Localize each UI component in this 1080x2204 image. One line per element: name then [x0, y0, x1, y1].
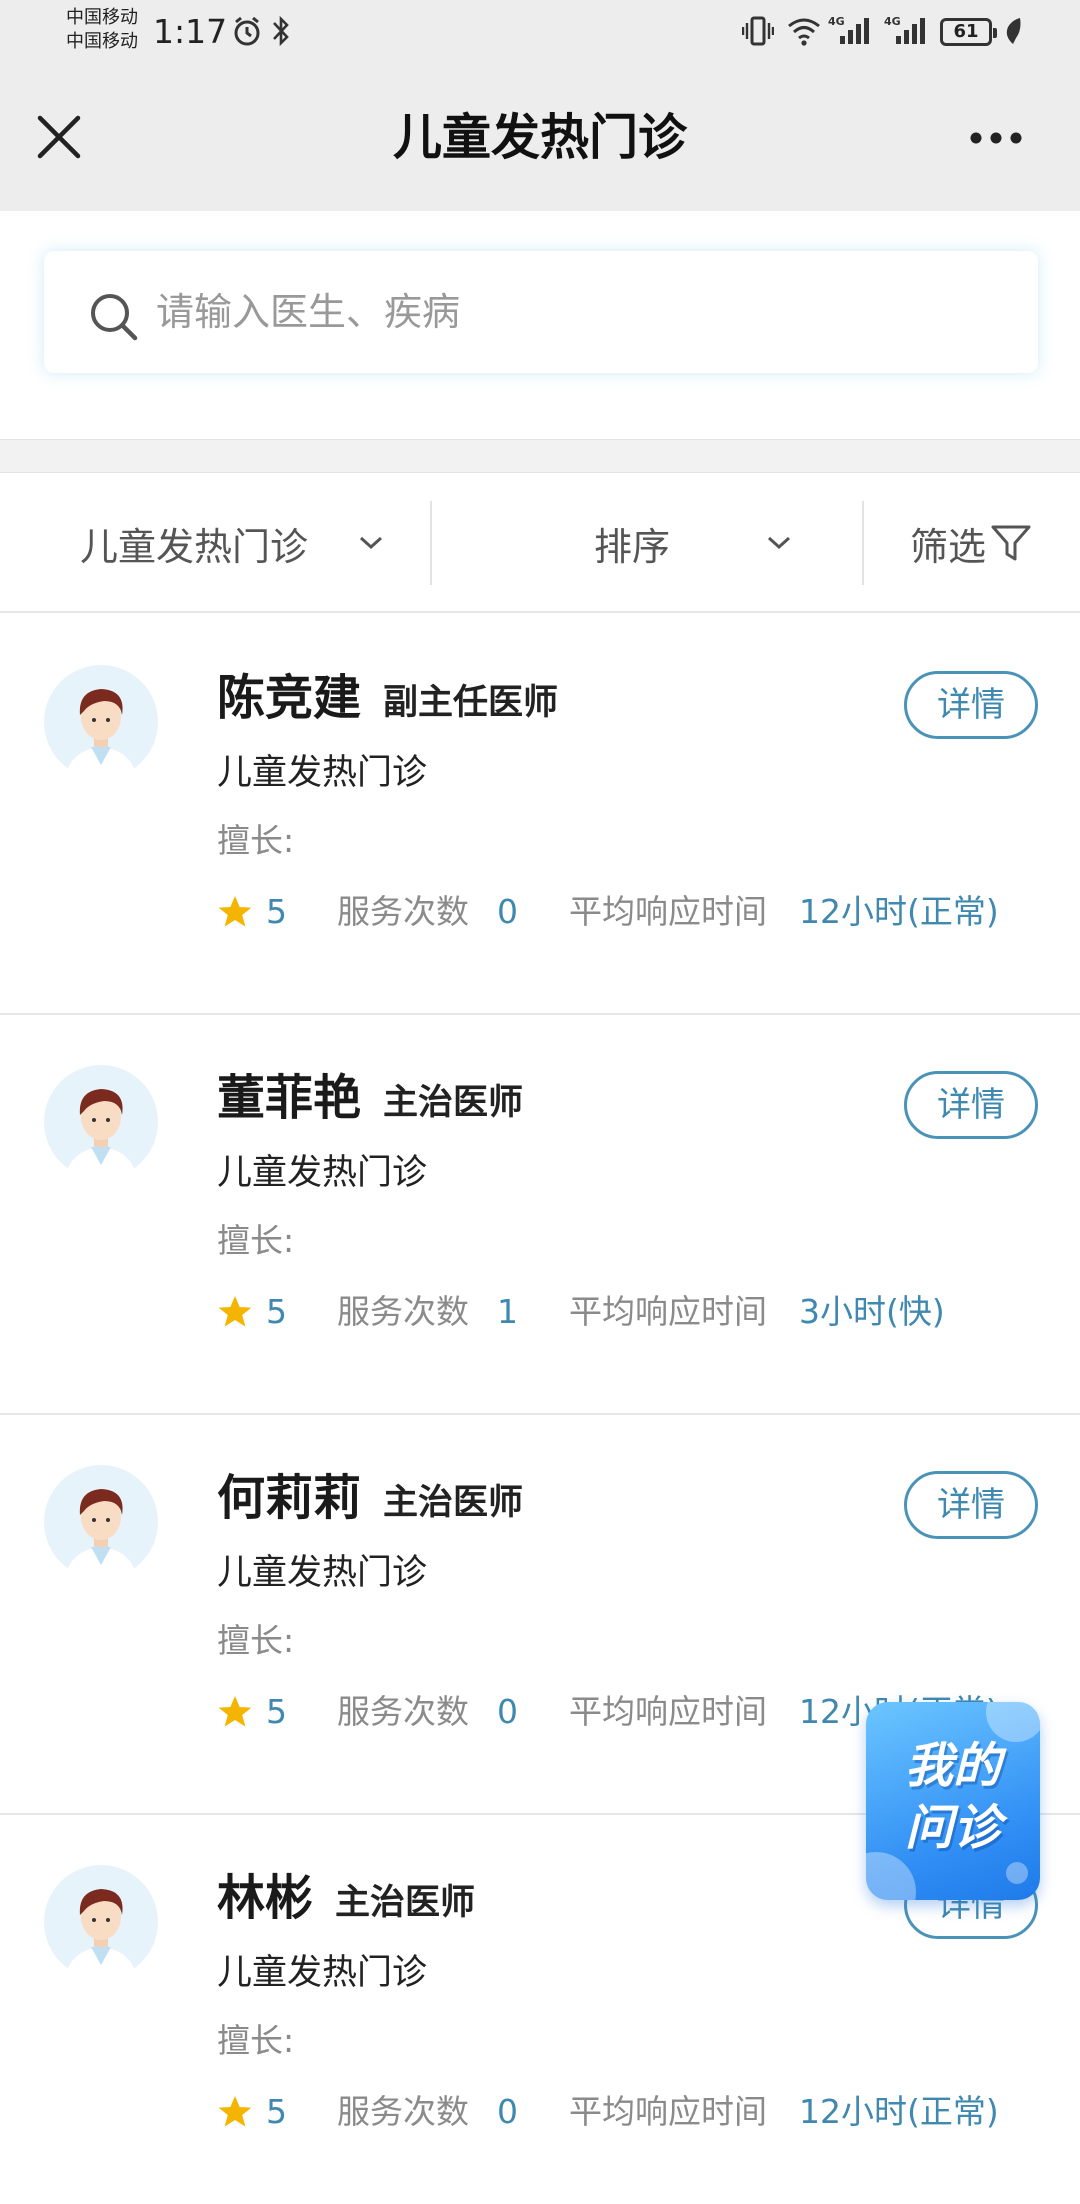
chevron-down-icon	[768, 536, 791, 550]
doctor-title: 主治医师	[383, 1483, 524, 1523]
detail-button[interactable]: 详情	[904, 671, 1038, 739]
status-time: 1:17	[153, 12, 228, 51]
doctor-name: 林彬	[217, 1870, 314, 1926]
signal-4g-icon-2: 4G	[884, 15, 925, 44]
doctor-department: 儿童发热门诊	[217, 1953, 428, 1993]
doctor-avatar	[44, 665, 158, 779]
battery-indicator: 61	[940, 18, 997, 46]
doctor-name: 董菲艳	[217, 1070, 362, 1126]
doctor-rating: 5	[266, 2092, 287, 2131]
avg-response-value: 12小时(正常)	[799, 2092, 999, 2131]
department-dropdown-label: 儿童发热门诊	[80, 524, 309, 569]
filter-bar: 儿童发热门诊 排序 筛选	[0, 473, 1080, 613]
doctor-card[interactable]: 董菲艳 主治医师 详情 儿童发热门诊 擅长: 5 服务次数 1 平均响应时间 3小…	[0, 1015, 1080, 1415]
svg-text:4G: 4G	[828, 15, 845, 28]
star-icon	[218, 1696, 252, 1727]
doctor-card[interactable]: 陈竞建 副主任医师 详情 儿童发热门诊 擅长: 5 服务次数 0 平均响应时间 1…	[0, 615, 1080, 1015]
carrier-labels: 中国移动 中国移动	[66, 6, 138, 54]
status-bar: 中国移动 中国移动 1:17 4G 4G 61	[0, 0, 1080, 66]
service-count-label: 服务次数	[337, 892, 469, 931]
carrier-1: 中国移动	[66, 7, 138, 28]
sort-dropdown-label: 排序	[594, 524, 671, 569]
doctor-name-line: 何莉莉 主治医师	[217, 1465, 523, 1536]
doctor-title: 主治医师	[335, 1883, 476, 1923]
search-box[interactable]	[44, 251, 1038, 373]
doctor-rating: 5	[266, 1292, 287, 1331]
doctor-rating: 5	[266, 892, 287, 931]
doctor-title: 副主任医师	[383, 683, 559, 723]
my-consultations-button[interactable]: 我的 问诊	[866, 1702, 1040, 1900]
signal-4g-icon: 4G	[828, 15, 869, 44]
filter-button[interactable]: 筛选	[910, 473, 1032, 613]
doctor-specialty-label: 擅长:	[217, 1621, 295, 1660]
detail-button[interactable]: 详情	[904, 1471, 1038, 1539]
doctor-avatar	[44, 1065, 158, 1179]
doctor-stats: 5 服务次数 0 平均响应时间 12小时(正常)	[217, 887, 1057, 937]
more-icon[interactable]	[966, 118, 1026, 158]
doctor-specialty-label: 擅长:	[217, 2021, 295, 2060]
doctor-rating: 5	[266, 1692, 287, 1731]
doctor-name: 何莉莉	[217, 1470, 362, 1526]
service-count-value: 1	[497, 1292, 518, 1331]
search-section	[0, 211, 1080, 439]
page-title: 儿童发热门诊	[392, 109, 687, 166]
avg-response-label: 平均响应时间	[569, 1692, 767, 1731]
leaf-icon	[1006, 18, 1021, 44]
funnel-icon	[991, 525, 1031, 561]
detail-button[interactable]: 详情	[904, 1071, 1038, 1139]
sort-dropdown[interactable]: 排序	[594, 473, 792, 613]
wifi-icon	[788, 18, 820, 46]
alarm-icon	[234, 16, 260, 46]
service-count-label: 服务次数	[337, 1692, 469, 1731]
avg-response-label: 平均响应时间	[569, 2092, 767, 2131]
service-count-label: 服务次数	[337, 2092, 469, 2131]
vibrate-icon	[742, 16, 774, 46]
doctor-department: 儿童发热门诊	[217, 1553, 428, 1593]
service-count-value: 0	[497, 1692, 518, 1731]
svg-text:4G: 4G	[884, 15, 901, 28]
doctor-name-line: 董菲艳 主治医师	[217, 1065, 523, 1136]
star-icon	[218, 1296, 252, 1327]
doctor-specialty-label: 擅长:	[217, 1221, 295, 1260]
doctor-stats: 5 服务次数 0 平均响应时间 12小时(正常)	[217, 2087, 1057, 2137]
section-divider	[0, 439, 1080, 473]
doctor-avatar	[44, 1465, 158, 1579]
avg-response-value: 3小时(快)	[799, 1292, 945, 1331]
top-bar: 中国移动 中国移动 1:17 4G 4G 61 儿童发热门诊	[0, 0, 1080, 211]
star-icon	[218, 2096, 252, 2127]
service-count-label: 服务次数	[337, 1292, 469, 1331]
fab-decoration	[866, 1852, 916, 1900]
doctor-name: 陈竞建	[217, 670, 362, 726]
fab-label-line1: 我的	[904, 1738, 1001, 1794]
doctor-department: 儿童发热门诊	[217, 753, 428, 793]
doctor-title: 主治医师	[383, 1083, 524, 1123]
service-count-value: 0	[497, 892, 518, 931]
bluetooth-icon	[273, 15, 289, 47]
department-dropdown[interactable]: 儿童发热门诊	[80, 473, 384, 613]
fab-decoration	[1006, 1862, 1028, 1884]
doctor-stats: 5 服务次数 1 平均响应时间 3小时(快)	[217, 1287, 1057, 1337]
doctor-name-line: 陈竞建 副主任医师	[217, 665, 558, 736]
doctor-avatar	[44, 1865, 158, 1979]
filter-separator	[862, 501, 864, 585]
carrier-2: 中国移动	[66, 31, 138, 52]
doctor-name-line: 林彬 主治医师	[217, 1865, 475, 1936]
fab-label-line2: 问诊	[904, 1800, 1001, 1856]
chevron-down-icon	[360, 536, 383, 550]
filter-button-label: 筛选	[910, 524, 987, 569]
filter-separator	[430, 501, 432, 585]
search-icon	[91, 294, 138, 341]
doctor-department: 儿童发热门诊	[217, 1153, 428, 1193]
avg-response-label: 平均响应时间	[569, 892, 767, 931]
search-input[interactable]	[156, 279, 996, 345]
avg-response-value: 12小时(正常)	[799, 892, 999, 931]
doctor-specialty-label: 擅长:	[217, 821, 295, 860]
service-count-value: 0	[497, 2092, 518, 2131]
avg-response-label: 平均响应时间	[569, 1292, 767, 1331]
star-icon	[218, 896, 252, 927]
